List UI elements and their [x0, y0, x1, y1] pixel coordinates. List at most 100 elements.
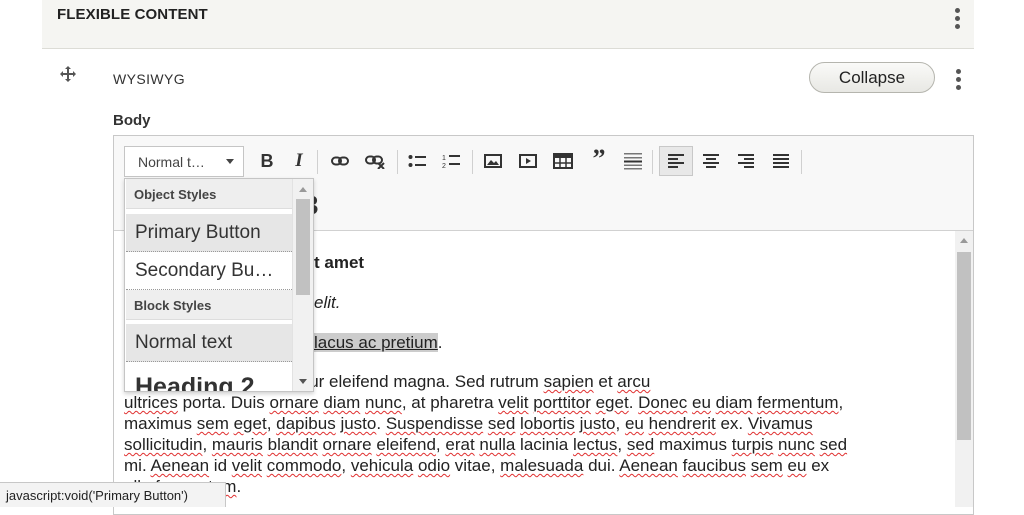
text-run: maximus	[124, 414, 197, 433]
misspelled-word: Suspendisse	[385, 414, 484, 433]
misspelled-word: ornare	[269, 393, 319, 412]
style-option-heading-2[interactable]: Heading 2	[126, 364, 294, 391]
misspelled-word: dapibus	[276, 414, 336, 433]
misspelled-word: ornare	[322, 435, 372, 454]
misspelled-word: erat	[445, 435, 475, 454]
scroll-down-arrow-icon[interactable]	[299, 379, 307, 384]
scroll-up-arrow-icon[interactable]	[960, 238, 968, 243]
misspelled-word: blandit	[267, 435, 318, 454]
selected-link-text[interactable]: lacus ac pretium	[314, 333, 438, 352]
text-run: ,	[435, 435, 446, 454]
align-right-icon[interactable]	[733, 148, 759, 174]
toolbar-separator	[801, 150, 802, 174]
align-center-icon[interactable]	[698, 148, 724, 174]
text-run: ex	[811, 456, 830, 475]
misspelled-word: eleifend	[376, 435, 436, 454]
media-embed-icon[interactable]	[515, 148, 541, 174]
misspelled-word: eget	[233, 414, 267, 433]
text-run: et	[593, 372, 618, 391]
collapse-button[interactable]: Collapse	[809, 62, 935, 93]
text-run: .	[628, 393, 639, 412]
misspelled-word: lectus	[572, 435, 618, 454]
text-run: vitae,	[450, 456, 501, 475]
align-left-icon[interactable]	[659, 146, 693, 176]
misspelled-word: sem	[750, 456, 783, 475]
text-run: .	[236, 477, 242, 496]
text-run: lacinia	[515, 435, 573, 454]
dropdown-arrow-icon	[226, 159, 234, 164]
body-field-label: Body	[113, 112, 151, 129]
misspelled-word: justo	[340, 414, 377, 433]
text-run: ex.	[715, 414, 748, 433]
bold-icon[interactable]: B	[254, 148, 280, 174]
misspelled-word: nulla	[479, 435, 516, 454]
misspelled-word: sapien	[543, 372, 594, 391]
text-run: ,	[266, 414, 277, 433]
text-run: , at pharetra	[401, 393, 499, 412]
svg-text:1: 1	[442, 155, 446, 162]
misspelled-word: fermentum	[757, 393, 839, 412]
text-run: ,	[617, 435, 627, 454]
misspelled-word: eu	[692, 393, 711, 412]
paragraph-more-actions-icon[interactable]	[956, 69, 962, 90]
misspelled-word: vehicula	[350, 456, 414, 475]
misspelled-word: mauris	[211, 435, 263, 454]
misspelled-word: commodo	[266, 456, 342, 475]
misspelled-word: sed	[487, 414, 516, 433]
style-option-secondary-button[interactable]: Secondary Bu…	[126, 252, 294, 290]
image-icon[interactable]	[480, 148, 506, 174]
blockquote-icon[interactable]: ”	[586, 144, 612, 173]
unlink-icon[interactable]	[362, 149, 388, 175]
italic-line: elit.	[314, 293, 341, 312]
link-icon[interactable]	[327, 148, 353, 174]
group-header-block-styles: Block Styles	[126, 290, 294, 320]
misspelled-word: nunc	[364, 393, 402, 412]
misspelled-word: sed	[626, 435, 655, 454]
editor-scroll-thumb[interactable]	[957, 252, 971, 440]
status-bar-url: javascript:void('Primary Button')	[0, 482, 226, 507]
misspelled-word: diam	[323, 393, 361, 412]
misspelled-word: malesuada	[500, 456, 584, 475]
text-run: mi.	[124, 456, 151, 475]
link-line-period: .	[437, 333, 443, 352]
misspelled-word: hendrerit	[648, 414, 716, 433]
misspelled-word: Aenean	[150, 456, 210, 475]
paragraph-type-label: WYSIWYG	[113, 71, 186, 87]
style-option-normal-text[interactable]: Normal text	[126, 324, 294, 362]
text-run: maximus	[654, 435, 732, 454]
drag-handle-icon[interactable]	[60, 66, 76, 82]
misspelled-word: arcu	[617, 372, 651, 391]
bulleted-list-icon[interactable]	[404, 148, 430, 174]
svg-text:2: 2	[442, 163, 446, 169]
style-option-primary-button[interactable]: Primary Button	[126, 214, 294, 252]
misspelled-word: lobortis	[520, 414, 575, 433]
misspelled-word: odio	[417, 456, 451, 475]
text-run: ,	[202, 435, 212, 454]
misspelled-word: turpis	[731, 435, 774, 454]
misspelled-word: diam	[715, 393, 753, 412]
misspelled-word: nunc	[778, 435, 815, 454]
toolbar-separator	[652, 150, 653, 174]
link-line: lacus ac pretium.	[314, 332, 443, 353]
italic-icon[interactable]: I	[286, 148, 312, 174]
text-run: id	[209, 456, 232, 475]
text-run: ,	[341, 456, 351, 475]
numbered-list-icon[interactable]: 12	[438, 148, 464, 174]
align-justify-icon[interactable]	[768, 148, 794, 174]
scroll-up-arrow-icon[interactable]	[299, 187, 307, 192]
toolbar-separator	[397, 150, 398, 174]
misspelled-word: Vivamus	[747, 414, 813, 433]
misspelled-word: eu	[787, 456, 807, 475]
misspelled-word: porttitor	[533, 393, 591, 412]
misspelled-word: velit	[231, 456, 262, 475]
dropdown-scroll-thumb[interactable]	[296, 199, 310, 295]
misspelled-word: sem	[196, 414, 229, 433]
styles-dropdown-panel: Object Styles Primary Button Secondary B…	[124, 178, 314, 392]
misspelled-word: justo	[579, 414, 616, 433]
header-more-actions-icon[interactable]	[955, 8, 961, 29]
text-run: .	[376, 414, 386, 433]
table-icon[interactable]	[550, 148, 576, 174]
misspelled-word: Aenean	[619, 456, 678, 475]
horizontal-line-icon[interactable]	[620, 148, 646, 174]
misspelled-word: Donec	[638, 393, 688, 412]
